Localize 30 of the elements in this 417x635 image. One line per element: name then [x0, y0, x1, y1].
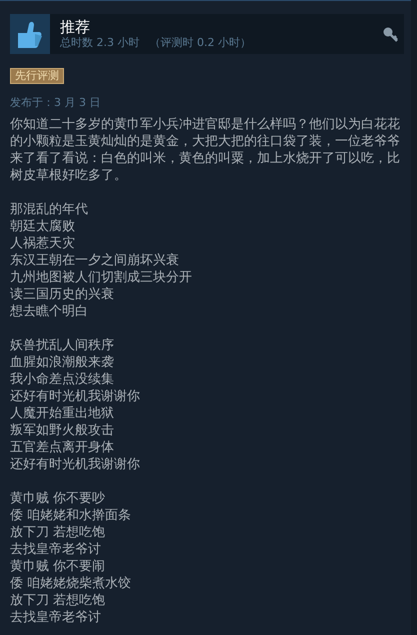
- lyric-line: 去找皇帝老爷讨: [10, 609, 101, 626]
- lyric-line: 放下刀 若想吃饱: [10, 592, 106, 609]
- total-playtime: 总时数 2.3 小时: [60, 36, 140, 50]
- lyric-line: 血腥如浪潮般来袭: [10, 354, 114, 371]
- lyric-line: 东汉王朝在一夕之间崩坏兴衰: [10, 252, 179, 269]
- lyric-line: 还好有时光机我谢谢你: [10, 388, 140, 405]
- lyric-line: 人祸惹天灾: [10, 235, 75, 252]
- lyric-line: 去找皇帝老爷讨: [10, 541, 101, 558]
- lyric-line: 妖兽扰乱人间秩序: [10, 337, 114, 354]
- lyric-line: 黄巾贼 你不要闹: [10, 558, 106, 575]
- lyric-line: 放下刀 若想吃饱: [10, 524, 106, 541]
- lyric-line: 那混乱的年代: [10, 201, 88, 218]
- posted-date: 发布于：3 月 3 日: [10, 96, 102, 110]
- lyric-line: 还好有时光机我谢谢你: [10, 456, 140, 473]
- lyric-line: 黄巾贼 你不要吵: [10, 490, 106, 507]
- lyric-line: 九州地图被人们切割成三块分开: [10, 269, 192, 286]
- lyric-line: 想去瞧个明白: [10, 303, 88, 320]
- lyric-line: 我小命差点没续集: [10, 371, 114, 388]
- lyric-line: 倭 咱姥姥和水擀面条: [10, 507, 132, 524]
- lyric-line: 倭 咱姥姥烧柴煮水饺: [10, 575, 132, 592]
- lyric-line: 朝廷太腐败: [10, 218, 75, 235]
- review-playtime: （评测时 0.2 小时）: [150, 36, 251, 50]
- review-paragraph: 你知道二十多岁的黄巾军小兵冲进官邸是什么样吗？他们以为白花花的小颗粒是玉黄灿灿的是黄金，大把大把的往口袋了装，一位老爷爷来了看了看说：白色的叫米，黄色的叫粟，加上水烧开了可以吃，比树皮草根好吃多了。: [10, 116, 401, 184]
- key-icon: [382, 26, 399, 42]
- lyric-line: 读三国历史的兴衰: [10, 286, 114, 303]
- review-verdict: 推荐: [60, 18, 91, 36]
- lyric-line: 五官差点离开身体: [10, 439, 114, 456]
- early-access-badge: 先行评测: [10, 68, 64, 84]
- lyric-line: 叛军如野火般攻击: [10, 422, 114, 439]
- lyric-line: 人魔开始重出地狱: [10, 405, 114, 422]
